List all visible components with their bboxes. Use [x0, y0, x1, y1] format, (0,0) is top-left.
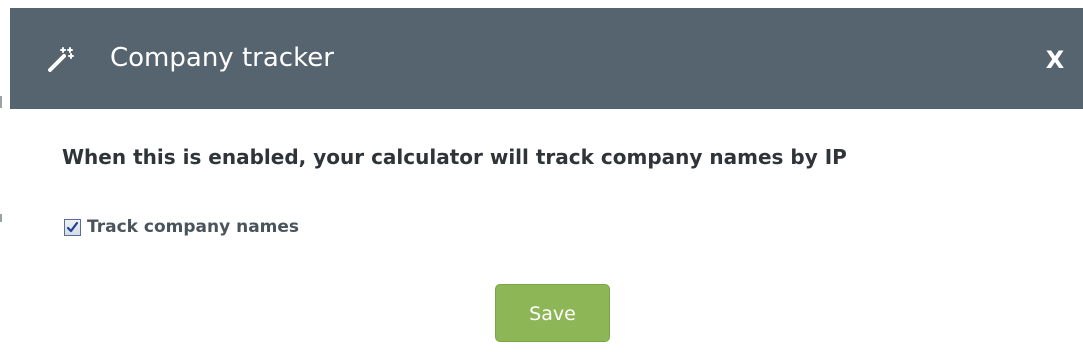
- page: Company tracker X When this is enabled, …: [0, 0, 1083, 362]
- background-edge: [0, 214, 2, 222]
- track-company-names-checkbox[interactable]: [64, 218, 81, 236]
- dialog-header: Company tracker X: [10, 8, 1083, 109]
- background-edge: [0, 96, 2, 108]
- company-tracker-dialog: Company tracker X When this is enabled, …: [10, 8, 1083, 362]
- save-button[interactable]: Save: [495, 284, 610, 342]
- checkmark-icon: [66, 221, 79, 232]
- dialog-description: When this is enabled, your calculator wi…: [62, 145, 847, 169]
- checkbox-label: Track company names: [87, 217, 300, 237]
- dialog-title: Company tracker: [110, 43, 334, 73]
- close-button[interactable]: X: [1040, 42, 1070, 78]
- track-company-names-option[interactable]: Track company names: [64, 214, 299, 240]
- magic-wand-icon: [46, 44, 76, 74]
